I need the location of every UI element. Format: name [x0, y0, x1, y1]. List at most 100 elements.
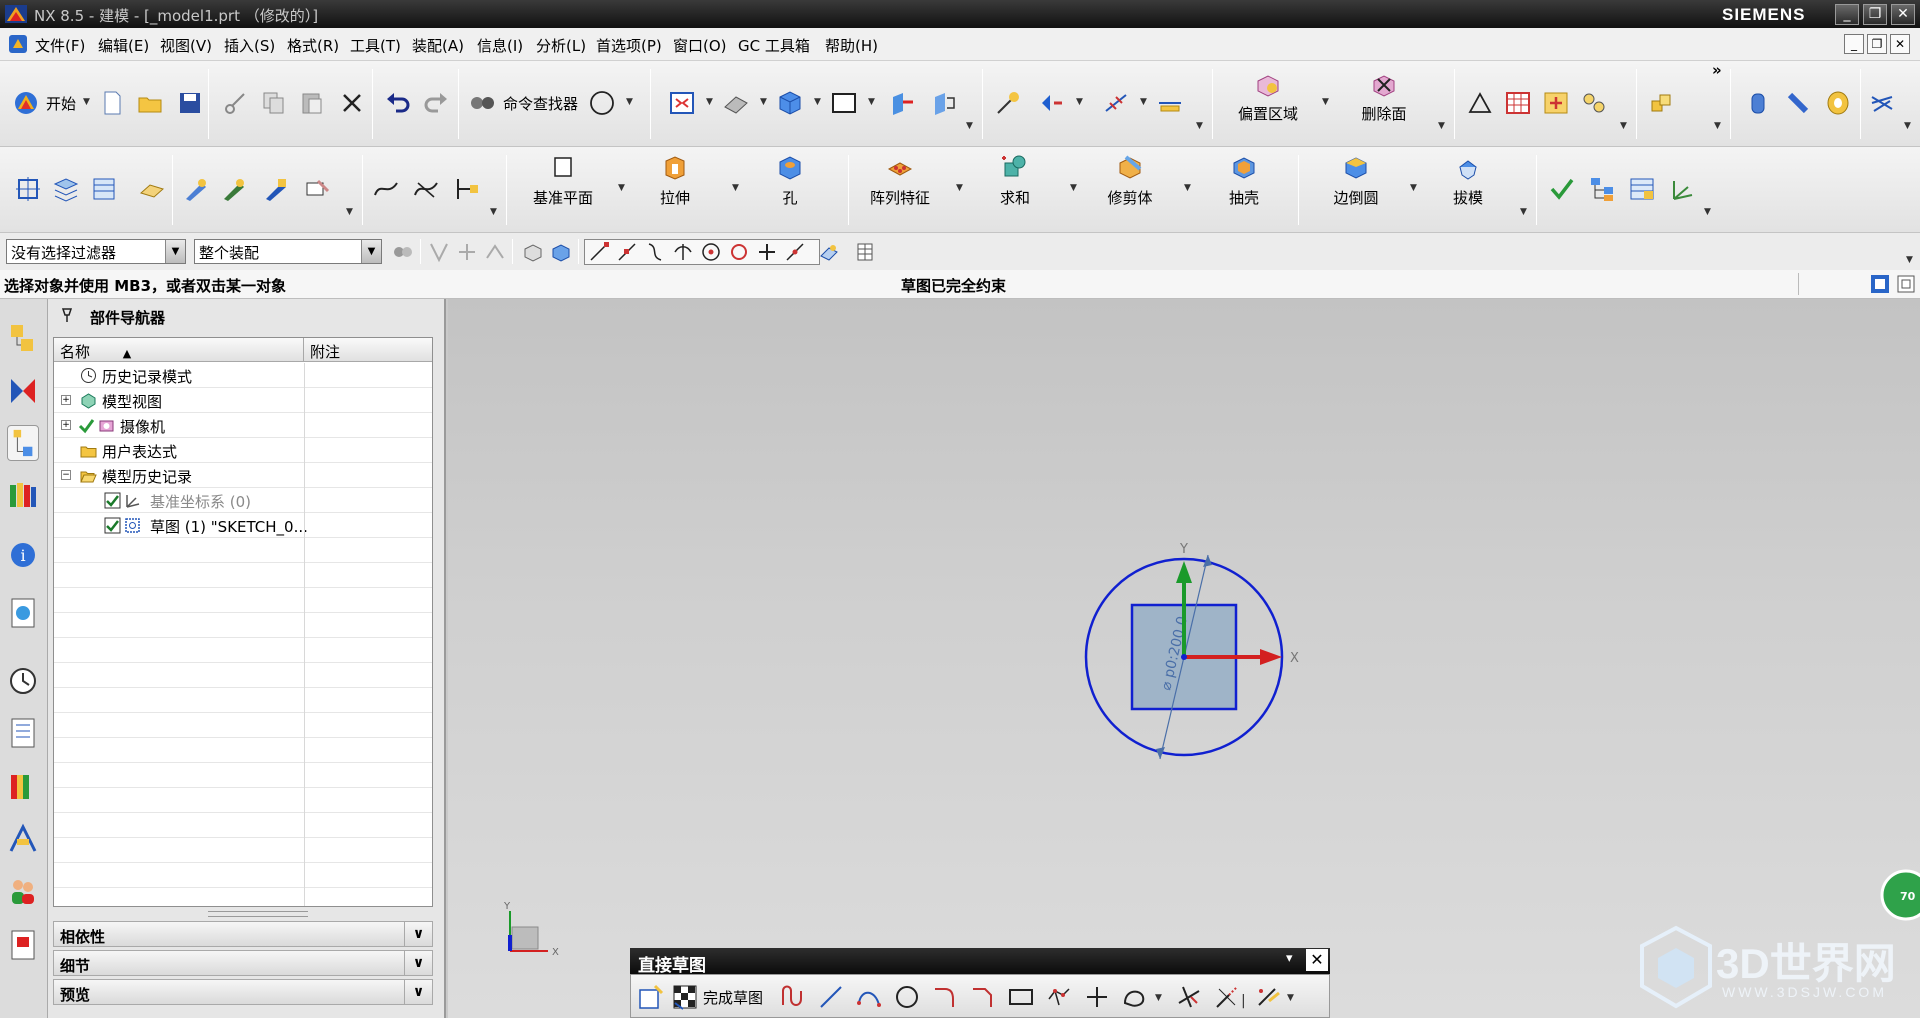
group-icon[interactable]	[1580, 89, 1608, 117]
tree-row-user-expressions[interactable]: 用户表达式	[54, 438, 432, 463]
move-to-layer-icon[interactable]	[138, 175, 166, 203]
snap-quadrant-icon[interactable]	[728, 241, 750, 263]
graphics-window[interactable]: ⌀ p0:200.0 Y X Y X 70	[448, 299, 1920, 1018]
menu-assemblies[interactable]: 装配(A)	[412, 35, 464, 56]
dropdown-icon[interactable]: ▼	[760, 97, 767, 107]
section-details[interactable]: 细节 ∨	[53, 950, 433, 976]
dropdown-icon[interactable]: ▼	[956, 183, 963, 193]
snap-mid-icon[interactable]	[456, 241, 478, 263]
selection-intent-icon[interactable]	[1038, 89, 1066, 117]
tree-row-model-views[interactable]: + 模型视图	[54, 388, 432, 413]
edit-object-display-icon[interactable]	[182, 175, 210, 203]
section-preview[interactable]: 预览 ∨	[53, 979, 433, 1005]
menu-help[interactable]: 帮助(H)	[825, 35, 878, 56]
cylinder-icon[interactable]	[1744, 89, 1772, 117]
dropdown-icon[interactable]: ▼	[1155, 993, 1162, 1003]
unite-button[interactable]: 求和	[982, 147, 1048, 208]
check-geometry-icon[interactable]	[1548, 175, 1576, 203]
triangle-icon[interactable]	[1466, 89, 1494, 117]
copy-icon[interactable]	[260, 89, 288, 117]
save-icon[interactable]	[176, 89, 204, 117]
shaded-cube-icon[interactable]	[776, 89, 804, 117]
start-icon[interactable]	[12, 89, 40, 117]
command-finder-icon[interactable]	[468, 89, 496, 117]
system-scene-icon[interactable]	[7, 927, 39, 963]
checkbox-checked-icon[interactable]	[104, 492, 121, 509]
solid-box-icon[interactable]	[550, 241, 572, 263]
fullscreen-icon[interactable]	[1870, 274, 1890, 294]
spreadsheet-icon[interactable]	[1504, 89, 1532, 117]
dropdown-icon[interactable]: ▼	[618, 183, 625, 193]
dropdown-icon[interactable]: ▼	[868, 97, 875, 107]
profile-icon[interactable]	[779, 983, 807, 1011]
dropdown-icon[interactable]: ▼	[1520, 207, 1527, 217]
web-browser-icon[interactable]	[7, 595, 39, 631]
dropdown-icon[interactable]: ▼	[1714, 121, 1721, 131]
fit-view-icon[interactable]	[668, 89, 696, 117]
menu-preferences[interactable]: 首选项(P)	[596, 35, 662, 56]
selection-scope-select[interactable]: 整个装配 ▼	[194, 239, 382, 264]
close-window-button[interactable]: ✕	[1891, 4, 1915, 25]
curve-length-icon[interactable]	[452, 175, 480, 203]
app-menu-icon[interactable]	[8, 34, 28, 54]
menu-information[interactable]: 信息(I)	[477, 35, 523, 56]
dropdown-icon[interactable]: ▼	[1184, 183, 1191, 193]
rendering-style-icon[interactable]	[722, 89, 750, 117]
dropdown-icon[interactable]: ▼	[1904, 121, 1911, 131]
orient-view-icon[interactable]	[888, 89, 916, 117]
menu-window[interactable]: 窗口(O)	[673, 35, 727, 56]
checkbox-checked-icon[interactable]	[104, 517, 121, 534]
show-hide-icon[interactable]	[220, 175, 248, 203]
select-all-icon[interactable]	[392, 241, 414, 263]
circle-tool-icon[interactable]	[893, 983, 921, 1011]
system-materials-icon[interactable]	[7, 715, 39, 751]
grid-plus-icon[interactable]	[1542, 89, 1570, 117]
dropdown-icon[interactable]: ▼	[1906, 255, 1913, 265]
reuse-library-icon[interactable]	[7, 477, 39, 513]
layer-visible-icon[interactable]	[90, 175, 118, 203]
dropdown-icon[interactable]: ▼	[1322, 97, 1329, 107]
tree-structure-icon[interactable]	[1588, 175, 1616, 203]
assembly-navigator-icon[interactable]	[7, 321, 39, 357]
chamfer-icon[interactable]	[969, 983, 997, 1011]
fillet-icon[interactable]	[931, 983, 959, 1011]
datum-csys-icon[interactable]	[14, 175, 42, 203]
snap-existing-point-icon[interactable]	[756, 241, 778, 263]
polygon-icon[interactable]	[1045, 983, 1073, 1011]
snap-arc-center-icon[interactable]	[700, 241, 722, 263]
new-file-icon[interactable]	[98, 89, 126, 117]
circle-icon[interactable]	[588, 89, 616, 117]
snap-midpoint-icon[interactable]	[616, 241, 638, 263]
dropdown-icon[interactable]: ▼	[1070, 183, 1077, 193]
point-icon[interactable]	[1083, 983, 1111, 1011]
measure-length-icon[interactable]	[1156, 89, 1184, 117]
washer-icon[interactable]	[1824, 89, 1852, 117]
doc-restore-button[interactable]: ❐	[1867, 34, 1887, 54]
menu-analysis[interactable]: 分析(L)	[536, 35, 586, 56]
close-icon[interactable]: ✕	[1306, 949, 1328, 971]
spring-icon[interactable]	[1868, 89, 1896, 117]
cut-icon[interactable]	[222, 89, 250, 117]
dropdown-icon[interactable]: ▼	[1140, 97, 1147, 107]
tree-row-sketch[interactable]: 草图 (1) "SKETCH_0...	[54, 513, 432, 538]
layer-settings-icon[interactable]	[52, 175, 80, 203]
undo-icon[interactable]	[384, 89, 412, 117]
dropdown-icon[interactable]: ▼	[346, 207, 353, 217]
delete-face-button[interactable]: 删除面	[1348, 61, 1420, 124]
dropdown-icon[interactable]: ▼	[1438, 121, 1445, 131]
tree-row-datum-csys[interactable]: 基准坐标系 (0)	[54, 488, 432, 513]
background-icon[interactable]	[830, 89, 858, 117]
menu-insert[interactable]: 插入(S)	[224, 35, 275, 56]
assembly-icon[interactable]	[1648, 89, 1676, 117]
command-finder-label[interactable]: 命令查找器	[503, 93, 578, 114]
process-studio-icon[interactable]	[7, 769, 39, 805]
snap-end-icon[interactable]	[428, 241, 450, 263]
start-label[interactable]: 开始	[46, 93, 76, 114]
quick-trim-icon[interactable]	[1175, 983, 1203, 1011]
menu-edit[interactable]: 编辑(E)	[98, 35, 149, 56]
shell-button[interactable]: 抽壳	[1210, 147, 1278, 208]
snap-point-icon[interactable]	[994, 89, 1022, 117]
menu-file[interactable]: 文件(F)	[35, 35, 85, 56]
measure-distance-icon[interactable]	[1102, 89, 1130, 117]
offset-region-button[interactable]: 偏置区域	[1232, 61, 1304, 124]
